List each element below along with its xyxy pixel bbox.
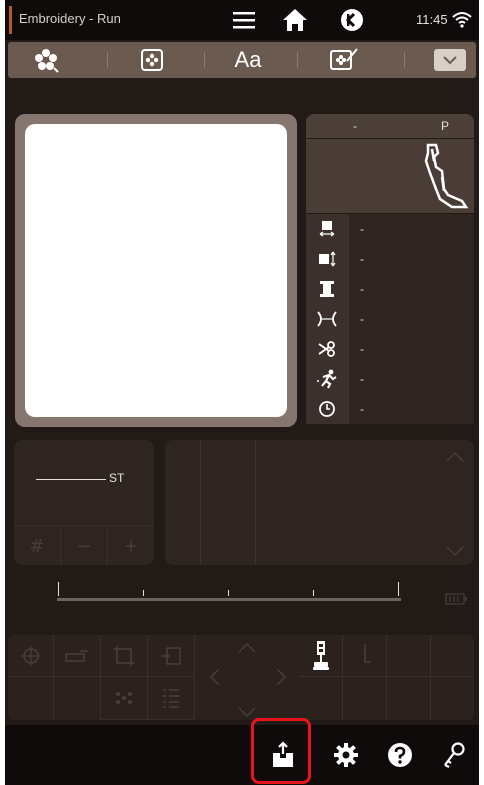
scale-tick xyxy=(398,582,399,596)
zoom-scale[interactable] xyxy=(57,598,401,601)
text-font-icon[interactable]: Aa xyxy=(228,42,268,78)
info-header: - P xyxy=(306,114,474,138)
arrow-up-icon[interactable] xyxy=(237,639,257,658)
color-list-panel xyxy=(165,440,474,565)
stitch-preview-line xyxy=(36,479,106,480)
battery-scale-icon[interactable] xyxy=(445,591,469,610)
stitch-minus-button[interactable]: − xyxy=(61,526,108,566)
control-cell-empty xyxy=(54,677,101,720)
mode-switch-icon[interactable] xyxy=(338,6,366,34)
list-divider xyxy=(200,440,201,565)
clock-time: 11:45 xyxy=(416,12,448,27)
hoop-move-icon[interactable] xyxy=(54,635,101,677)
scale-tick xyxy=(228,590,229,596)
scroll-up-icon[interactable] xyxy=(445,448,465,467)
split-design-icon[interactable] xyxy=(101,677,148,720)
embroidery-pattern-icon[interactable] xyxy=(135,42,169,78)
list-divider xyxy=(255,440,256,565)
toolbar-divider xyxy=(204,52,205,68)
thread-spool-icon xyxy=(314,279,340,299)
dpad xyxy=(195,635,299,720)
info-row-thread: - xyxy=(306,274,474,304)
frame-icon[interactable] xyxy=(101,635,148,677)
scale-tick xyxy=(313,590,314,596)
info-row-run: - xyxy=(306,364,474,394)
control-panel xyxy=(8,635,474,720)
info-value: - xyxy=(360,402,364,416)
info-value: - xyxy=(360,222,364,236)
stitch-label: ST xyxy=(109,471,125,485)
tension-icon xyxy=(314,309,340,329)
scale-tick xyxy=(58,582,59,596)
presser-foot-display xyxy=(306,139,474,213)
flower-design-icon[interactable] xyxy=(26,42,66,78)
info-header-col1: - xyxy=(353,119,357,133)
basting-icon[interactable] xyxy=(148,635,195,677)
toolbar-divider xyxy=(297,52,298,68)
control-cell-empty xyxy=(431,677,474,720)
edit-design-icon[interactable] xyxy=(325,42,363,78)
menu-icon[interactable] xyxy=(230,6,258,34)
status-bar: Embroidery - Run 11:45 xyxy=(5,0,479,40)
toolbar-divider xyxy=(404,52,405,68)
embroidery-hoop xyxy=(15,114,297,427)
move-design-icon[interactable] xyxy=(8,635,54,677)
stitch-panel: ST # − + xyxy=(14,440,154,566)
stitch-plus-button[interactable]: + xyxy=(108,526,154,566)
scale-tick xyxy=(143,590,144,596)
stitch-count-button[interactable]: # xyxy=(14,526,61,566)
export-highlight-box xyxy=(251,718,311,784)
accent-bar xyxy=(9,6,12,34)
scroll-down-icon[interactable] xyxy=(445,542,465,561)
settings-icon[interactable] xyxy=(318,725,374,785)
app-title: Embroidery - Run xyxy=(19,11,121,26)
info-value: - xyxy=(360,372,364,386)
presser-foot-button[interactable] xyxy=(299,635,343,677)
arrow-left-icon[interactable] xyxy=(209,667,221,691)
info-row-time: - xyxy=(306,394,474,424)
clock-icon xyxy=(314,399,340,419)
chevron-down-icon[interactable] xyxy=(434,49,466,71)
needle-stop-icon[interactable] xyxy=(343,635,387,677)
info-value: - xyxy=(360,252,364,266)
control-cell-empty xyxy=(387,635,431,677)
info-row-height: - xyxy=(306,244,474,274)
running-stitch-icon xyxy=(314,369,340,389)
info-value: - xyxy=(360,342,364,356)
bottom-bar xyxy=(5,725,479,785)
arrow-right-icon[interactable] xyxy=(275,667,287,691)
control-cell-empty xyxy=(387,677,431,720)
design-info-panel: - P - - - - - - - xyxy=(306,114,474,424)
info-row-width: - xyxy=(306,214,474,244)
help-icon[interactable] xyxy=(372,725,428,785)
control-cell-empty xyxy=(8,677,54,720)
info-row-tension: - xyxy=(306,304,474,334)
toolbar-divider xyxy=(107,52,108,68)
top-toolbar: Aa xyxy=(8,42,476,78)
info-value: - xyxy=(360,282,364,296)
control-cell-empty xyxy=(431,635,474,677)
control-cell-empty xyxy=(299,677,343,720)
key-icon[interactable] xyxy=(426,725,479,785)
info-value: - xyxy=(360,312,364,326)
hoop-canvas[interactable] xyxy=(25,124,287,417)
wifi-icon xyxy=(451,6,473,34)
stitch-buttons: # − + xyxy=(14,525,154,566)
scissors-icon xyxy=(314,339,340,359)
control-cell-empty xyxy=(343,677,387,720)
home-icon[interactable] xyxy=(281,6,309,34)
info-row-cut: - xyxy=(306,334,474,364)
info-values: - - - - - - - xyxy=(306,214,474,424)
width-icon xyxy=(314,219,340,239)
presser-foot-icon xyxy=(424,143,469,209)
device-screen: Embroidery - Run 11:45 Aa - P - - - - - … xyxy=(5,0,479,785)
info-header-col2: P xyxy=(441,119,450,133)
color-list-icon[interactable] xyxy=(148,677,195,720)
height-icon xyxy=(314,249,340,269)
